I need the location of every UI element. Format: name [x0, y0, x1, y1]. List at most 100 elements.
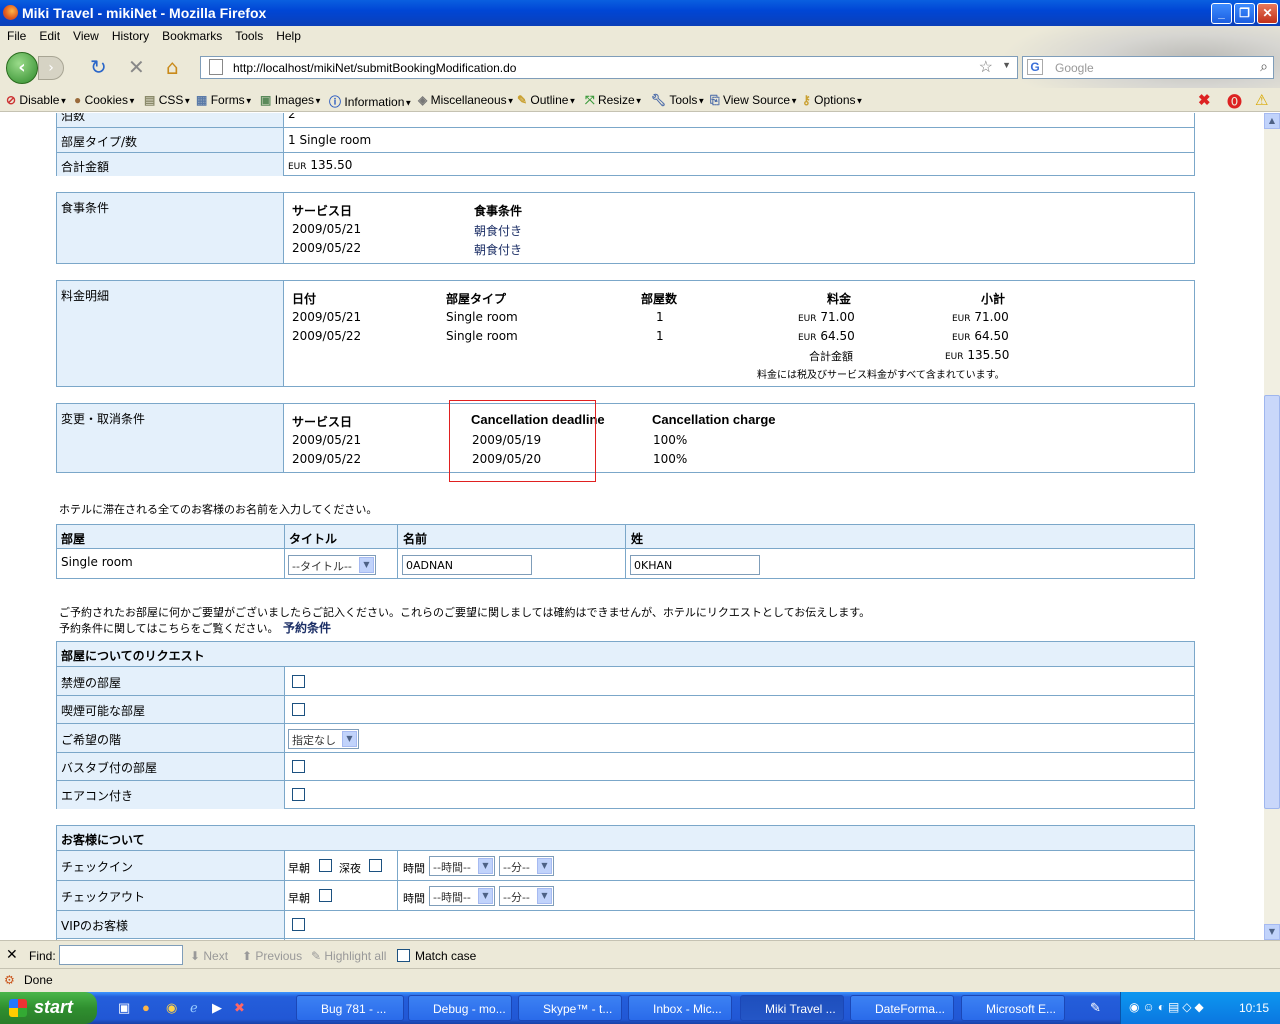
- tray-icons[interactable]: ◉☺◐▤◇◆: [1129, 1000, 1207, 1014]
- stop-icon[interactable]: ✕: [128, 57, 145, 77]
- checkin-hour-select[interactable]: --時間-- ▼: [429, 856, 495, 876]
- wd-view-source[interactable]: ⎘ View Source▼: [710, 93, 798, 108]
- bookmark-star-icon[interactable]: ☆: [979, 57, 993, 77]
- search-box[interactable]: Google G ⌕: [1022, 56, 1274, 79]
- minimize-button[interactable]: _: [1211, 3, 1232, 24]
- match-case-label: Match case: [415, 949, 477, 963]
- meal-row-meal: 朝食付き: [474, 243, 523, 257]
- terms-link[interactable]: 予約条件: [283, 619, 331, 636]
- menu-help[interactable]: Help: [269, 26, 307, 43]
- wd-options-label: Options: [814, 93, 856, 107]
- rate-total-label: 合計金額: [809, 350, 853, 363]
- guest-title-select[interactable]: --タイトル-- ▼: [288, 555, 376, 575]
- quicklaunch-ie-icon[interactable]: ℯ: [190, 1000, 198, 1016]
- aircon-label: エアコン付き: [57, 781, 284, 809]
- quicklaunch-media-icon[interactable]: ▶: [212, 1000, 222, 1016]
- wd-outline[interactable]: ✎ Outline▼: [517, 93, 576, 107]
- task-bug[interactable]: Bug 781 - ...: [296, 995, 404, 1021]
- guest-first-name-input[interactable]: 0ADNAN: [402, 555, 532, 575]
- smoking-row: 喫煙可能な部屋: [57, 696, 1194, 724]
- task-skype[interactable]: Skype™ - t...: [518, 995, 622, 1021]
- url-dropdown-icon[interactable]: ▼: [1002, 60, 1011, 70]
- guest-requests-header: お客様について: [57, 826, 1194, 851]
- checkout-hour-value: --時間--: [433, 891, 471, 904]
- guest-last-name-value: 0KHAN: [634, 559, 673, 572]
- wd-information[interactable]: ⓘ Information▼: [329, 93, 412, 110]
- checkin-time-label: 時間: [403, 862, 425, 875]
- checkout-hour-select[interactable]: --時間-- ▼: [429, 886, 495, 906]
- rate-details-label: 料金明細: [57, 281, 284, 386]
- checkout-minute-select[interactable]: --分-- ▼: [499, 886, 554, 906]
- smoking-label: 喫煙可能な部屋: [57, 696, 284, 723]
- menu-view[interactable]: View: [66, 26, 105, 43]
- task-inbox[interactable]: Inbox - Mic...: [628, 995, 732, 1021]
- aircon-row: エアコン付き: [57, 781, 1194, 809]
- forward-button[interactable]: ›: [38, 56, 64, 80]
- find-previous-button[interactable]: ⬆ Previous: [242, 949, 302, 963]
- checkin-early-checkbox[interactable]: [319, 859, 332, 872]
- checkin-minute-select[interactable]: --分-- ▼: [499, 856, 554, 876]
- quicklaunch-app-icon[interactable]: ✖: [234, 1000, 245, 1016]
- menu-history[interactable]: History: [105, 26, 155, 43]
- wd-cookies[interactable]: ● Cookies▼: [74, 93, 136, 107]
- pen-tray-icon[interactable]: ✎: [1090, 1000, 1101, 1016]
- menu-bar: File Edit View History Bookmarks Tools Help: [0, 26, 1280, 46]
- search-magnifier-icon[interactable]: ⌕: [1260, 58, 1268, 75]
- menu-edit[interactable]: Edit: [32, 26, 66, 43]
- meal-row-date: 2009/05/22: [292, 241, 362, 255]
- scrollbar-thumb[interactable]: [1264, 395, 1280, 809]
- bathtub-checkbox[interactable]: [292, 760, 305, 773]
- wd-miscellaneous[interactable]: ◈ Miscellaneous▼: [418, 93, 515, 107]
- wd-resize[interactable]: ⤧ Resize▼: [585, 93, 643, 108]
- scroll-down-icon[interactable]: ▼: [1264, 924, 1280, 940]
- start-button[interactable]: start: [0, 992, 97, 1024]
- task-label: Miki Travel ...: [765, 1002, 836, 1016]
- menu-tools[interactable]: Tools: [228, 26, 269, 43]
- nonsmoking-checkbox[interactable]: [292, 675, 305, 688]
- guest-names-table: 部屋 タイトル 名前 姓 Single room --タイトル-- ▼ 0ADNA…: [56, 524, 1195, 579]
- wd-warning-icon[interactable]: ⚠: [1255, 91, 1268, 109]
- scroll-up-icon[interactable]: ▲: [1264, 113, 1280, 129]
- wd-forms[interactable]: ▦ Forms▼: [196, 93, 253, 107]
- quicklaunch-firefox-icon[interactable]: ●: [142, 1000, 150, 1015]
- highlight-all-button[interactable]: ✎ Highlight all: [311, 949, 386, 963]
- home-icon[interactable]: ⌂: [166, 57, 179, 77]
- cancel-row-charge: 100%: [653, 452, 688, 466]
- reload-icon[interactable]: ↻: [90, 57, 107, 77]
- terms-intro: 予約条件に関してはこちらをご覧ください。: [59, 622, 279, 635]
- guest-last-name-input[interactable]: 0KHAN: [630, 555, 760, 575]
- task-miki-travel[interactable]: Miki Travel ...: [740, 995, 844, 1021]
- wd-options[interactable]: ⚷ Options▼: [802, 93, 863, 107]
- wd-css[interactable]: ▤ CSS▼: [144, 93, 191, 107]
- back-button[interactable]: ‹: [6, 52, 38, 84]
- wd-disable[interactable]: ⊘ Disable▼: [6, 93, 67, 107]
- match-case-checkbox[interactable]: [397, 949, 410, 962]
- close-window-button[interactable]: ✕: [1257, 3, 1278, 24]
- rate-row-count: 1: [656, 310, 664, 324]
- wd-warning-circle-icon[interactable]: ⓿: [1227, 91, 1242, 112]
- quicklaunch-outlook-icon[interactable]: ◉: [166, 1000, 177, 1016]
- url-bar[interactable]: http://localhost/mikiNet/submitBookingMo…: [200, 56, 1018, 79]
- aircon-checkbox[interactable]: [292, 788, 305, 801]
- checkin-late-checkbox[interactable]: [369, 859, 382, 872]
- wd-images[interactable]: ▣ Images▼: [260, 93, 322, 107]
- wd-errors-icon[interactable]: ✖: [1198, 91, 1211, 109]
- find-input[interactable]: [59, 945, 183, 965]
- web-developer-toolbar: ⊘ Disable▼ ● Cookies▼ ▤ CSS▼ ▦ Forms▼ ▣ …: [0, 88, 1280, 112]
- vip-checkbox[interactable]: [292, 918, 305, 931]
- menu-bookmarks[interactable]: Bookmarks: [155, 26, 228, 43]
- wd-tools[interactable]: 🔧︎ Tools▼: [651, 93, 705, 107]
- vertical-scrollbar[interactable]: ▲ ▼: [1264, 113, 1280, 940]
- search-engine-icon[interactable]: G: [1027, 59, 1043, 75]
- checkout-early-checkbox[interactable]: [319, 889, 332, 902]
- close-find-icon[interactable]: ✕: [6, 946, 18, 963]
- floor-select[interactable]: 指定なし ▼: [288, 729, 359, 749]
- menu-file[interactable]: File: [0, 26, 32, 43]
- smoking-checkbox[interactable]: [292, 703, 305, 716]
- task-debug[interactable]: Debug - mo...: [408, 995, 512, 1021]
- quicklaunch-desktop-icon[interactable]: ▣: [118, 1000, 130, 1016]
- task-dateformat[interactable]: DateForma...: [850, 995, 954, 1021]
- maximize-button[interactable]: ❐: [1234, 3, 1255, 24]
- task-microsoft-excel[interactable]: Microsoft E...: [961, 995, 1065, 1021]
- find-next-button[interactable]: ⬇ Next: [190, 949, 228, 963]
